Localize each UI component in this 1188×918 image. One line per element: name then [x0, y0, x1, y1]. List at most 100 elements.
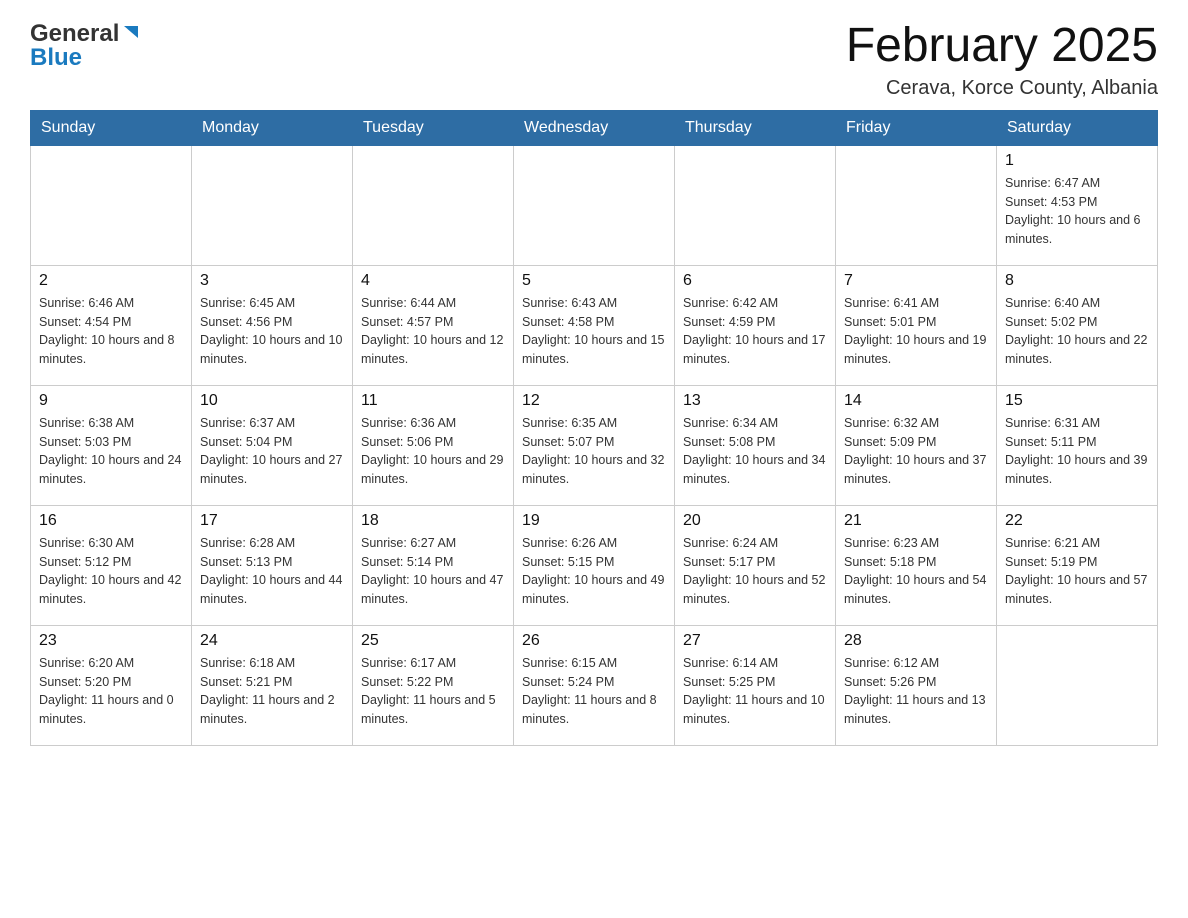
day-info: Sunrise: 6:47 AMSunset: 4:53 PMDaylight:…	[1005, 174, 1149, 249]
table-row: 24 Sunrise: 6:18 AMSunset: 5:21 PMDayligh…	[192, 625, 353, 745]
day-number: 12	[522, 392, 666, 410]
day-number: 7	[844, 272, 988, 290]
page-header: General Blue February 2025 Cerava, Korce…	[30, 20, 1158, 100]
day-info: Sunrise: 6:41 AMSunset: 5:01 PMDaylight:…	[844, 294, 988, 369]
table-row	[514, 145, 675, 265]
calendar-subtitle: Cerava, Korce County, Albania	[846, 77, 1158, 100]
week-row-4: 16 Sunrise: 6:30 AMSunset: 5:12 PMDayligh…	[31, 505, 1158, 625]
day-info: Sunrise: 6:30 AMSunset: 5:12 PMDaylight:…	[39, 534, 183, 609]
day-number: 4	[361, 272, 505, 290]
day-info: Sunrise: 6:44 AMSunset: 4:57 PMDaylight:…	[361, 294, 505, 369]
header-thursday: Thursday	[675, 110, 836, 145]
table-row: 21 Sunrise: 6:23 AMSunset: 5:18 PMDayligh…	[836, 505, 997, 625]
day-number: 10	[200, 392, 344, 410]
table-row: 19Sunrise: 6:26 AMSunset: 5:15 PMDayligh…	[514, 505, 675, 625]
header-friday: Friday	[836, 110, 997, 145]
header-wednesday: Wednesday	[514, 110, 675, 145]
day-info: Sunrise: 6:18 AMSunset: 5:21 PMDaylight:…	[200, 654, 344, 729]
table-row: 12 Sunrise: 6:35 AMSunset: 5:07 PMDayligh…	[514, 385, 675, 505]
day-info: Sunrise: 6:28 AMSunset: 5:13 PMDaylight:…	[200, 534, 344, 609]
week-row-3: 9 Sunrise: 6:38 AMSunset: 5:03 PMDaylight…	[31, 385, 1158, 505]
calendar-title: February 2025	[846, 20, 1158, 73]
day-number: 23	[39, 632, 183, 650]
table-row: 1 Sunrise: 6:47 AMSunset: 4:53 PMDaylight…	[997, 145, 1158, 265]
table-row	[997, 625, 1158, 745]
day-info: Sunrise: 6:45 AMSunset: 4:56 PMDaylight:…	[200, 294, 344, 369]
logo: General Blue	[30, 20, 142, 72]
day-info: Sunrise: 6:38 AMSunset: 5:03 PMDaylight:…	[39, 414, 183, 489]
day-info: Sunrise: 6:31 AMSunset: 5:11 PMDaylight:…	[1005, 414, 1149, 489]
day-info: Sunrise: 6:12 AMSunset: 5:26 PMDaylight:…	[844, 654, 988, 729]
table-row: 7 Sunrise: 6:41 AMSunset: 5:01 PMDaylight…	[836, 265, 997, 385]
day-info: Sunrise: 6:40 AMSunset: 5:02 PMDaylight:…	[1005, 294, 1149, 369]
day-info: Sunrise: 6:42 AMSunset: 4:59 PMDaylight:…	[683, 294, 827, 369]
table-row	[353, 145, 514, 265]
table-row: 10 Sunrise: 6:37 AMSunset: 5:04 PMDayligh…	[192, 385, 353, 505]
table-row: 8 Sunrise: 6:40 AMSunset: 5:02 PMDaylight…	[997, 265, 1158, 385]
day-info: Sunrise: 6:32 AMSunset: 5:09 PMDaylight:…	[844, 414, 988, 489]
table-row: 26Sunrise: 6:15 AMSunset: 5:24 PMDayligh…	[514, 625, 675, 745]
table-row: 28 Sunrise: 6:12 AMSunset: 5:26 PMDayligh…	[836, 625, 997, 745]
table-row: 18 Sunrise: 6:27 AMSunset: 5:14 PMDayligh…	[353, 505, 514, 625]
table-row: 5 Sunrise: 6:43 AMSunset: 4:58 PMDaylight…	[514, 265, 675, 385]
week-row-5: 23 Sunrise: 6:20 AMSunset: 5:20 PMDayligh…	[31, 625, 1158, 745]
day-info: Sunrise: 6:20 AMSunset: 5:20 PMDaylight:…	[39, 654, 183, 729]
day-info: Sunrise: 6:27 AMSunset: 5:14 PMDaylight:…	[361, 534, 505, 609]
table-row: 17Sunrise: 6:28 AMSunset: 5:13 PMDayligh…	[192, 505, 353, 625]
day-info: Sunrise: 6:34 AMSunset: 5:08 PMDaylight:…	[683, 414, 827, 489]
table-row: 13 Sunrise: 6:34 AMSunset: 5:08 PMDayligh…	[675, 385, 836, 505]
day-number: 15	[1005, 392, 1149, 410]
day-number: 25	[361, 632, 505, 650]
day-number: 18	[361, 512, 505, 530]
day-number: 24	[200, 632, 344, 650]
day-info: Sunrise: 6:36 AMSunset: 5:06 PMDaylight:…	[361, 414, 505, 489]
day-number: 16	[39, 512, 183, 530]
day-number: 20	[683, 512, 827, 530]
day-info: Sunrise: 6:35 AMSunset: 5:07 PMDaylight:…	[522, 414, 666, 489]
logo-blue-text: Blue	[30, 44, 142, 72]
table-row: 6Sunrise: 6:42 AMSunset: 4:59 PMDaylight…	[675, 265, 836, 385]
day-info: Sunrise: 6:43 AMSunset: 4:58 PMDaylight:…	[522, 294, 666, 369]
table-row: 15 Sunrise: 6:31 AMSunset: 5:11 PMDayligh…	[997, 385, 1158, 505]
day-number: 2	[39, 272, 183, 290]
day-info: Sunrise: 6:46 AMSunset: 4:54 PMDaylight:…	[39, 294, 183, 369]
table-row	[675, 145, 836, 265]
table-row	[31, 145, 192, 265]
day-info: Sunrise: 6:37 AMSunset: 5:04 PMDaylight:…	[200, 414, 344, 489]
day-number: 22	[1005, 512, 1149, 530]
table-row: 11Sunrise: 6:36 AMSunset: 5:06 PMDayligh…	[353, 385, 514, 505]
table-row: 27Sunrise: 6:14 AMSunset: 5:25 PMDayligh…	[675, 625, 836, 745]
calendar-table: SundayMondayTuesdayWednesdayThursdayFrid…	[30, 110, 1158, 746]
logo-arrow-icon	[120, 22, 142, 44]
day-number: 3	[200, 272, 344, 290]
day-info: Sunrise: 6:21 AMSunset: 5:19 PMDaylight:…	[1005, 534, 1149, 609]
day-number: 21	[844, 512, 988, 530]
day-info: Sunrise: 6:15 AMSunset: 5:24 PMDaylight:…	[522, 654, 666, 729]
table-row: 3 Sunrise: 6:45 AMSunset: 4:56 PMDaylight…	[192, 265, 353, 385]
day-number: 8	[1005, 272, 1149, 290]
header-sunday: Sunday	[31, 110, 192, 145]
table-row: 16 Sunrise: 6:30 AMSunset: 5:12 PMDayligh…	[31, 505, 192, 625]
table-row: 9 Sunrise: 6:38 AMSunset: 5:03 PMDaylight…	[31, 385, 192, 505]
day-info: Sunrise: 6:23 AMSunset: 5:18 PMDaylight:…	[844, 534, 988, 609]
table-row: 23 Sunrise: 6:20 AMSunset: 5:20 PMDayligh…	[31, 625, 192, 745]
week-row-1: 1 Sunrise: 6:47 AMSunset: 4:53 PMDaylight…	[31, 145, 1158, 265]
table-row: 20 Sunrise: 6:24 AMSunset: 5:17 PMDayligh…	[675, 505, 836, 625]
day-number: 28	[844, 632, 988, 650]
title-area: February 2025 Cerava, Korce County, Alba…	[846, 20, 1158, 100]
day-number: 19	[522, 512, 666, 530]
table-row	[192, 145, 353, 265]
day-number: 13	[683, 392, 827, 410]
table-row: 14 Sunrise: 6:32 AMSunset: 5:09 PMDayligh…	[836, 385, 997, 505]
week-row-2: 2 Sunrise: 6:46 AMSunset: 4:54 PMDaylight…	[31, 265, 1158, 385]
day-number: 14	[844, 392, 988, 410]
table-row: 4 Sunrise: 6:44 AMSunset: 4:57 PMDaylight…	[353, 265, 514, 385]
day-number: 1	[1005, 152, 1149, 170]
day-number: 27	[683, 632, 827, 650]
header-tuesday: Tuesday	[353, 110, 514, 145]
header-saturday: Saturday	[997, 110, 1158, 145]
calendar-header-row: SundayMondayTuesdayWednesdayThursdayFrid…	[31, 110, 1158, 145]
day-info: Sunrise: 6:24 AMSunset: 5:17 PMDaylight:…	[683, 534, 827, 609]
day-number: 5	[522, 272, 666, 290]
day-number: 9	[39, 392, 183, 410]
